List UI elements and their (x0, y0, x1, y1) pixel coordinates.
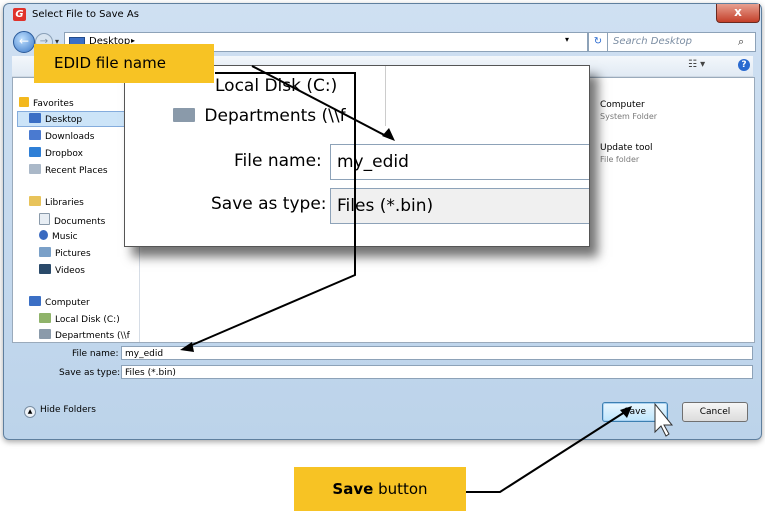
edid-file-name-callout: EDID file name (34, 44, 214, 83)
save-callout-rest: button (373, 480, 428, 498)
edid-arrow-head (180, 342, 194, 352)
save-callout-bold: Save (332, 480, 374, 498)
edid-arrow-line (184, 72, 356, 349)
save-button-callout: Save button (294, 467, 466, 511)
zoom-arrow-head (382, 128, 395, 141)
mouse-cursor-icon (654, 402, 674, 437)
zoom-arrow-line (251, 65, 391, 139)
save-arrow-head (620, 406, 632, 418)
save-arrow-line (466, 409, 629, 493)
